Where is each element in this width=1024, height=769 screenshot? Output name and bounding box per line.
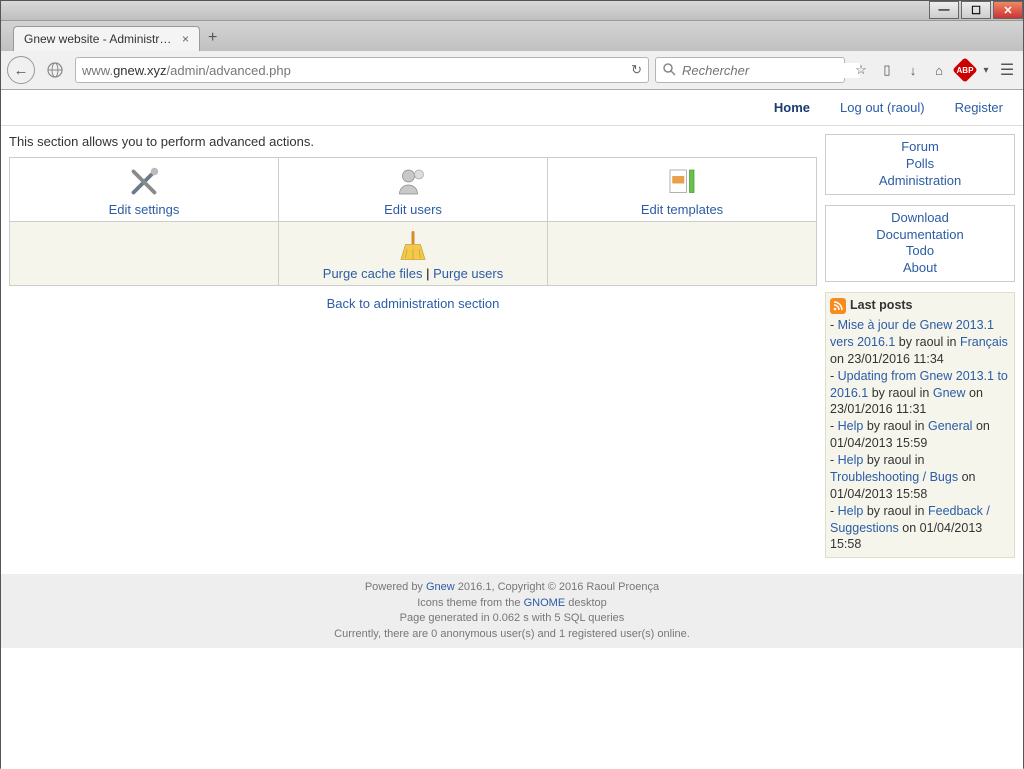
link-about[interactable]: About [830,260,1010,277]
abp-icon[interactable]: ABP [955,60,975,80]
close-tab-icon[interactable]: × [182,32,189,46]
page-footer: Powered by Gnew 2016.1, Copyright © 2016… [1,574,1023,648]
post-category[interactable]: Français [960,335,1008,349]
abp-dropdown-icon[interactable]: ▾ [981,60,991,80]
nav-home[interactable]: Home [774,100,810,115]
cell-edit-users: Edit users [279,158,548,222]
link-polls[interactable]: Polls [830,156,1010,173]
link-administration[interactable]: Administration [830,173,1010,190]
sidebar-box-info: Download Documentation Todo About [825,205,1015,283]
link-edit-users[interactable]: Edit users [384,202,442,217]
os-titlebar: — ☐ ✕ [1,1,1023,21]
users-icon [283,162,543,202]
link-edit-templates[interactable]: Edit templates [641,202,723,217]
maximize-button[interactable]: ☐ [961,1,991,19]
nav-logout[interactable]: Log out (raoul) [840,100,925,115]
tools-crossed-icon [14,162,274,202]
footer-link-gnew[interactable]: Gnew [426,581,455,593]
nav-register[interactable]: Register [955,100,1003,115]
section-description: This section allows you to perform advan… [9,134,817,149]
bookmark-star-icon[interactable]: ☆ [851,60,871,80]
link-purge-users[interactable]: Purge users [433,266,503,281]
purge-separator: | [423,266,434,281]
url-domain: gnew.xyz [113,63,166,78]
cell-purge: Purge cache files | Purge users [279,222,548,286]
link-todo[interactable]: Todo [830,243,1010,260]
sidebar-box-nav: Forum Polls Administration [825,134,1015,195]
post-item: - Mise à jour de Gnew 2013.1 vers 2016.1… [830,317,1010,368]
browser-window: — ☐ ✕ Gnew website - Administration... ×… [0,0,1024,768]
post-title[interactable]: Help [838,453,864,467]
url-path: /admin/advanced.php [167,63,291,78]
link-edit-settings[interactable]: Edit settings [109,202,180,217]
browser-tab-strip: Gnew website - Administration... × + [1,21,1023,51]
post-item: - Help by raoul in Troubleshooting / Bug… [830,452,1010,503]
post-category[interactable]: Gnew [933,386,966,400]
post-category[interactable]: General [928,419,972,433]
last-posts-title: Last posts [850,297,913,314]
link-download[interactable]: Download [830,210,1010,227]
url-prefix: www. [82,63,113,78]
post-item: - Help by raoul in General on 01/04/2013… [830,418,1010,452]
browser-toolbar: ← www.gnew.xyz/admin/advanced.php ↻ ☆ ▯ … [1,51,1023,90]
top-nav: Home Log out (raoul) Register [1,90,1023,126]
link-purge-cache[interactable]: Purge cache files [323,266,423,281]
globe-icon [41,56,69,84]
minimize-button[interactable]: — [929,1,959,19]
main-column: This section allows you to perform advan… [9,134,817,558]
link-forum[interactable]: Forum [830,139,1010,156]
url-bar[interactable]: www.gnew.xyz/admin/advanced.php ↻ [75,57,649,83]
clipboard-icon[interactable]: ▯ [877,60,897,80]
search-input[interactable] [682,63,860,78]
cell-edit-settings: Edit settings [10,158,279,222]
post-category[interactable]: Troubleshooting / Bugs [830,470,958,484]
menu-icon[interactable]: ☰ [997,60,1017,80]
back-button[interactable]: ← [7,56,35,84]
link-documentation[interactable]: Documentation [830,227,1010,244]
cell-edit-templates: Edit templates [548,158,817,222]
actions-grid: Edit settings Edit users [9,157,817,286]
back-link-row: Back to administration section [9,296,817,311]
downloads-icon[interactable]: ↓ [903,60,923,80]
post-title[interactable]: Help [838,504,864,518]
close-window-button[interactable]: ✕ [993,1,1023,19]
post-item: - Updating from Gnew 2013.1 to 2016.1 by… [830,368,1010,419]
last-posts-header: Last posts [830,297,1010,314]
rss-icon[interactable] [830,298,846,314]
page-viewport: Home Log out (raoul) Register This secti… [1,90,1023,769]
search-icon [662,62,676,79]
sidebar: Forum Polls Administration Download Docu… [825,134,1015,558]
templates-icon [552,162,812,202]
content-area: This section allows you to perform advan… [1,126,1023,566]
reload-icon[interactable]: ↻ [631,62,642,78]
tab-title: Gnew website - Administration... [24,32,174,46]
home-icon[interactable]: ⌂ [929,60,949,80]
new-tab-button[interactable]: + [200,25,225,51]
browser-tab[interactable]: Gnew website - Administration... × [13,26,200,51]
post-title[interactable]: Help [838,419,864,433]
post-item: - Help by raoul in Feedback / Suggestion… [830,503,1010,554]
broom-icon [283,226,543,266]
last-posts-box: Last posts - Mise à jour de Gnew 2013.1 … [825,292,1015,558]
search-bar[interactable] [655,57,845,83]
footer-link-gnome[interactable]: GNOME [524,597,566,609]
link-back-admin[interactable]: Back to administration section [327,296,500,311]
